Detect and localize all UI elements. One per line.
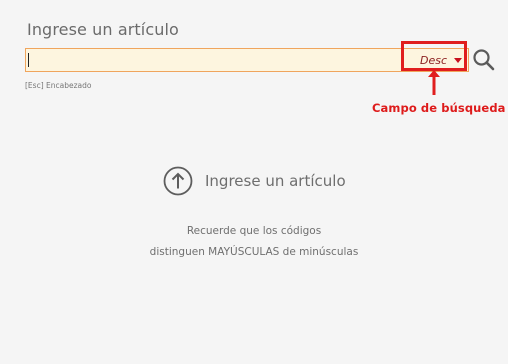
keyboard-shortcut-hint: [Esc] Encabezado [25, 81, 92, 90]
empty-state: Ingrese un artículo [163, 166, 346, 196]
sort-order-label: Desc [419, 53, 447, 67]
search-field: Desc [25, 48, 469, 72]
search-input[interactable] [26, 49, 404, 71]
page-title: Ingrese un artículo [27, 20, 179, 39]
search-icon [473, 49, 495, 71]
search-button[interactable] [471, 47, 497, 73]
case-sensitivity-note-line-1: Recuerde que los códigos [186, 225, 322, 237]
arrow-up-circle-icon [163, 166, 193, 196]
sort-order-select[interactable]: Desc [402, 49, 468, 71]
search-panel: { "panel": { "title": "Ingrese un artícu… [0, 0, 508, 364]
chevron-down-icon [454, 57, 462, 63]
empty-state-title: Ingrese un artículo [205, 172, 346, 190]
annotation-label: Campo de búsqueda [372, 101, 506, 115]
text-cursor [28, 53, 29, 67]
case-sensitivity-note-line-2: distinguen MAYÚSCULAS de minúsculas [149, 246, 359, 258]
